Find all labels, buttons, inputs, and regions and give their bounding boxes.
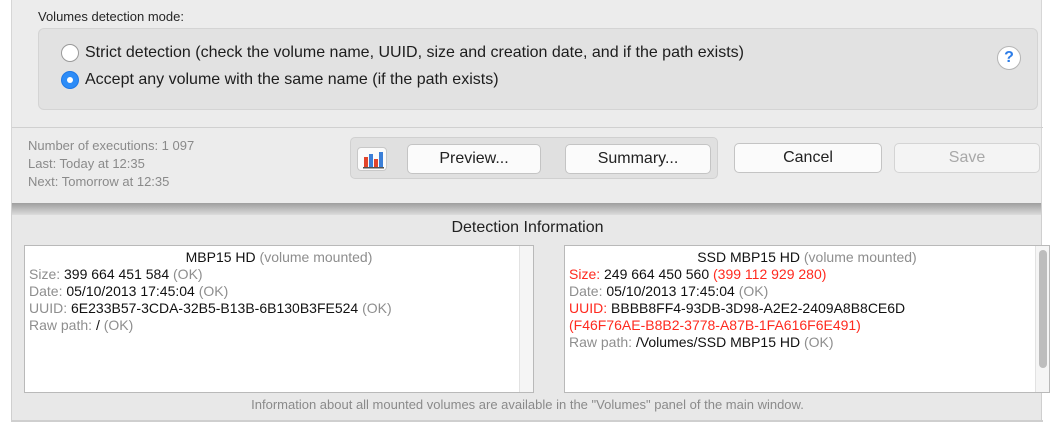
path-status: (OK) [103, 317, 134, 333]
date-status: (OK) [198, 283, 229, 299]
uuid-line: UUID: 6E233B57-3CDA-32B5-B13B-6B130B3FE5… [29, 300, 529, 317]
expected-uuid-line: (F46F76AE-B8B2-3778-A87B-1FA616F6E491) [569, 317, 1045, 334]
detection-information-title: Detection Information [451, 219, 604, 236]
uuid-line: UUID: BBBB8FF4-93DB-3D98-A2E2-2409A8B8CE… [569, 300, 1045, 317]
uuid-value: BBBB8FF4-93DB-3D98-A2E2-2409A8B8CE6D [611, 300, 906, 316]
execution-stats: Number of executions: 1 097 Last: Today … [28, 137, 194, 191]
summary-button[interactable]: Summary... [565, 144, 711, 174]
volume-header: SSD MBP15 HD (volume mounted) [569, 249, 1045, 266]
left-panel-scrollbar[interactable] [519, 246, 533, 392]
radio-unselected-icon[interactable] [61, 44, 79, 62]
strict-detection-radio[interactable]: Strict detection (check the volume name,… [61, 44, 744, 62]
volume-name: SSD MBP15 HD [697, 249, 800, 265]
same-name-detection-radio[interactable]: Accept any volume with the same name (if… [61, 71, 499, 89]
volume-name: MBP15 HD [185, 249, 256, 265]
volume-status: (volume mounted) [259, 249, 373, 265]
current-volume-panel: MBP15 HD (volume mounted) Size: 399 664 … [24, 245, 534, 393]
date-line: Date: 05/10/2013 17:45:04 (OK) [29, 283, 529, 300]
size-value: 399 664 451 584 [64, 266, 170, 282]
action-button-group: Preview... Summary... [350, 137, 718, 179]
expected-size: (399 112 929 280) [713, 266, 827, 282]
right-panel-scrollbar[interactable] [1035, 246, 1049, 392]
last-execution: Last: Today at 12:35 [28, 156, 145, 171]
uuid-label: UUID: [29, 300, 68, 316]
detection-mode-title: Volumes detection mode: [38, 9, 184, 24]
path-value: / [95, 317, 100, 333]
detection-mode-group: Strict detection (check the volume name,… [38, 28, 1038, 110]
size-value: 249 664 450 560 [604, 266, 710, 282]
date-line: Date: 05/10/2013 17:45:04 (OK) [569, 283, 1045, 300]
size-line: Size: 399 664 451 584 (OK) [29, 266, 529, 283]
date-value: 05/10/2013 17:45:04 [66, 283, 195, 299]
strict-detection-label[interactable]: Strict detection (check the volume name,… [85, 44, 744, 62]
panel-shadow [12, 203, 1041, 215]
volume-header: MBP15 HD (volume mounted) [29, 249, 529, 266]
radio-selected-icon[interactable] [61, 71, 79, 89]
volumes-panel-hint: Information about all mounted volumes ar… [251, 397, 804, 412]
date-label: Date: [29, 283, 63, 299]
uuid-status: (OK) [362, 300, 392, 316]
same-name-detection-label[interactable]: Accept any volume with the same name (if… [85, 71, 499, 89]
size-label: Size: [29, 266, 61, 282]
path-value: /Volumes/SSD MBP15 HD [635, 334, 801, 350]
size-label: Size: [569, 266, 601, 282]
size-status: (OK) [173, 266, 203, 282]
help-button[interactable]: ? [997, 46, 1021, 70]
path-label: Raw path: [569, 334, 633, 350]
detection-information-panel: Detection Information MBP15 HD (volume m… [11, 203, 1050, 422]
save-button[interactable]: Save [894, 143, 1040, 173]
next-execution: Next: Tomorrow at 12:35 [28, 174, 170, 189]
volume-status: (volume mounted) [803, 249, 917, 265]
expected-uuid: (F46F76AE-B8B2-3778-A87B-1FA616F6E491) [569, 317, 861, 333]
detected-volume-panel: SSD MBP15 HD (volume mounted) Size: 249 … [564, 245, 1050, 393]
settings-sheet: Volumes detection mode: Strict detection… [11, 0, 1043, 203]
date-label: Date: [569, 283, 603, 299]
size-line: Size: 249 664 450 560 (399 112 929 280) [569, 266, 1045, 283]
bar-chart-icon [363, 152, 384, 169]
path-line: Raw path: / (OK) [29, 317, 529, 334]
path-line: Raw path: /Volumes/SSD MBP15 HD (OK) [569, 334, 1045, 351]
path-status: (OK) [804, 334, 834, 350]
date-status: (OK) [738, 283, 769, 299]
preview-button[interactable]: Preview... [407, 144, 541, 174]
executions-count: Number of executions: 1 097 [28, 138, 195, 153]
chart-button[interactable] [357, 147, 387, 171]
volumes-settings-window: Volumes detection mode: Strict detection… [11, 0, 1053, 422]
path-label: Raw path: [29, 317, 93, 333]
divider [12, 127, 1043, 128]
uuid-value: 6E233B57-3CDA-32B5-B13B-6B130B3FE524 [71, 300, 359, 316]
date-value: 05/10/2013 17:45:04 [606, 283, 735, 299]
scrollbar-thumb[interactable] [1039, 250, 1047, 368]
uuid-label: UUID: [569, 300, 608, 316]
cancel-button[interactable]: Cancel [734, 143, 882, 173]
